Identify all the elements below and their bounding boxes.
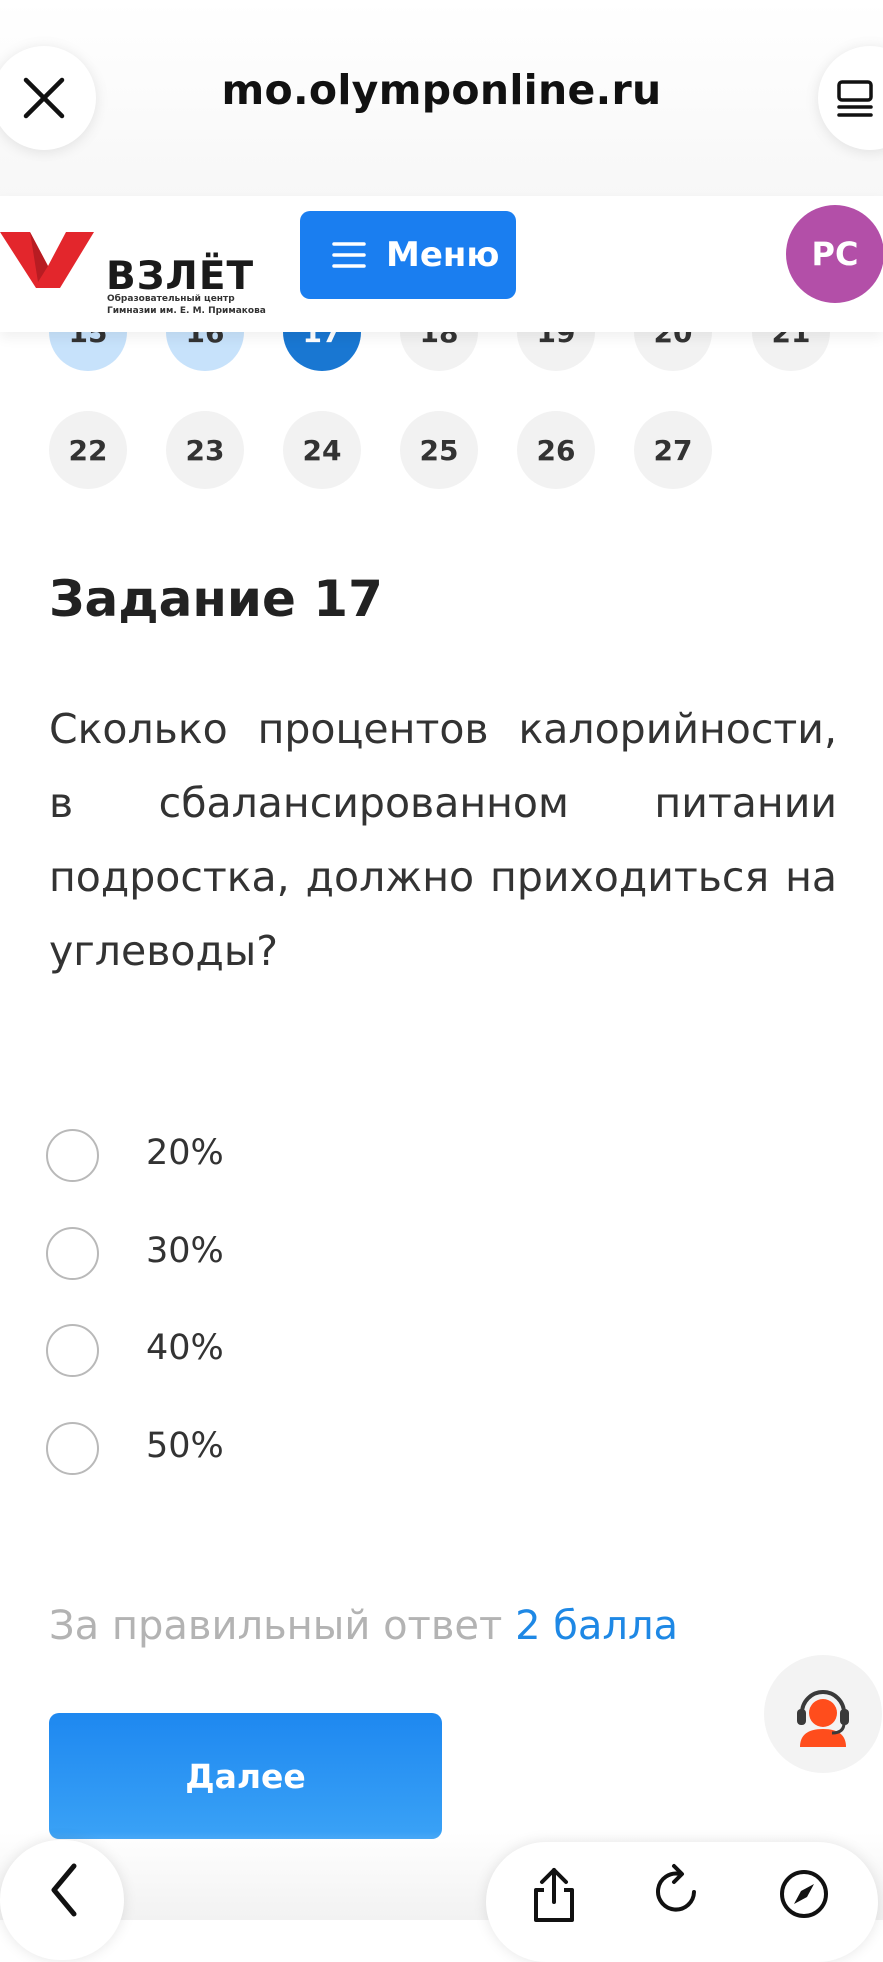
radio-button[interactable] xyxy=(46,1422,99,1475)
answer-option-label: 40% xyxy=(146,1328,224,1368)
radio-button[interactable] xyxy=(46,1324,99,1377)
answer-option-label: 50% xyxy=(146,1426,224,1466)
site-header: ВЗЛЁТ Образовательный центр Гимназии им.… xyxy=(0,196,883,332)
tabs-icon xyxy=(837,80,873,117)
hamburger-icon xyxy=(332,242,366,268)
question-number-22[interactable]: 22 xyxy=(49,411,127,489)
next-button[interactable]: Далее xyxy=(49,1713,442,1839)
question-number-23[interactable]: 23 xyxy=(166,411,244,489)
points-prefix: За правильный ответ xyxy=(49,1603,503,1649)
compass-icon[interactable] xyxy=(776,1862,832,1922)
menu-button[interactable]: Меню xyxy=(300,211,516,299)
vzlet-logo[interactable]: ВЗЛЁТ Образовательный центр Гимназии им.… xyxy=(0,226,266,316)
radio-button[interactable] xyxy=(46,1129,99,1182)
menu-button-label: Меню xyxy=(386,235,500,275)
logo-subtitle-line-1: Образовательный центр xyxy=(107,294,235,304)
url-field[interactable]: mo.olymponline.ru xyxy=(0,66,883,114)
browser-actions xyxy=(486,1842,878,1962)
question-number-24[interactable]: 24 xyxy=(283,411,361,489)
task-title: Задание 17 xyxy=(49,570,383,628)
question-text: Сколько процентов калорийности, в сбалан… xyxy=(49,705,837,975)
radio-button[interactable] xyxy=(46,1227,99,1280)
question-number-25[interactable]: 25 xyxy=(400,411,478,489)
logo-title: ВЗЛЁТ xyxy=(106,254,255,299)
support-headset-icon xyxy=(797,1690,849,1747)
logo-mark-icon xyxy=(0,232,94,288)
points-info: За правильный ответ 2 балла xyxy=(49,1603,678,1649)
question-number-26[interactable]: 26 xyxy=(517,411,595,489)
reload-icon[interactable] xyxy=(650,1862,706,1922)
logo-subtitle-line-2: Гимназии им. Е. М. Примакова xyxy=(107,306,266,316)
chevron-left-icon xyxy=(51,1863,77,1917)
support-chat-button[interactable] xyxy=(764,1655,882,1773)
share-icon[interactable] xyxy=(526,1862,582,1922)
browser-back-button[interactable] xyxy=(0,1840,124,1960)
question-number-27[interactable]: 27 xyxy=(634,411,712,489)
points-value: 2 балла xyxy=(515,1603,679,1649)
user-avatar[interactable]: РС xyxy=(786,205,883,303)
answer-option-label: 20% xyxy=(146,1133,224,1173)
answer-option-label: 30% xyxy=(146,1231,224,1271)
